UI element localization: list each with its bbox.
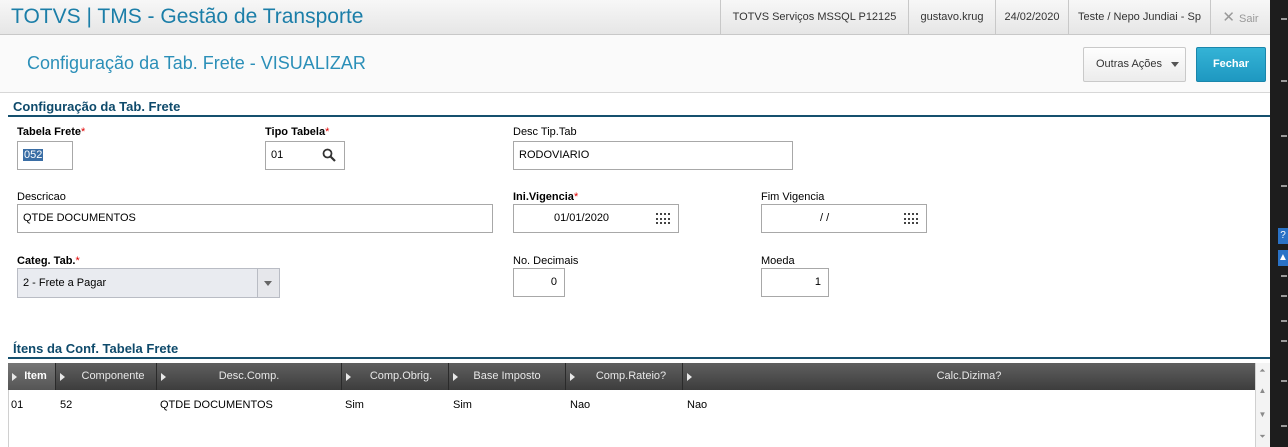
strip-marker <box>1281 425 1287 427</box>
sort-arrow-icon <box>687 373 692 381</box>
fim-vigencia-field[interactable]: / / <box>761 204 927 233</box>
sort-arrow-icon <box>12 373 17 381</box>
page-title: Configuração da Tab. Frete - VISUALIZAR <box>27 53 366 73</box>
environment-info: TOTVS Serviços MSSQL P12125 <box>720 0 908 35</box>
help-button[interactable]: ? <box>1278 228 1288 244</box>
sort-arrow-icon <box>161 373 166 381</box>
outras-acoes-label: Outras Ações <box>1096 58 1163 70</box>
scroll-up-icon[interactable]: ▲ <box>1258 386 1267 396</box>
cell-comp-obrig[interactable]: Sim <box>345 399 364 411</box>
fim-vigencia-label: Fim Vigencia <box>761 191 825 203</box>
tipo-tabela-field[interactable]: 01 <box>265 141 345 170</box>
strip-marker <box>1281 185 1287 187</box>
moeda-field[interactable]: 1 <box>761 268 829 297</box>
user-info: gustavo.krug <box>908 0 995 35</box>
side-scroll-up-icon[interactable]: ▲ <box>1278 250 1288 266</box>
categ-tab-label: Categ. Tab.* <box>17 255 80 267</box>
col-header-componente[interactable]: Componente <box>56 363 157 390</box>
outras-acoes-button[interactable]: Outras Ações <box>1083 47 1186 82</box>
sort-arrow-icon <box>346 373 351 381</box>
col-header-calc-dizima[interactable]: Calc.Dizima? <box>683 363 1255 390</box>
strip-marker <box>1281 80 1287 82</box>
strip-marker <box>1281 340 1287 342</box>
section-title-itens: Ítens da Conf. Tabela Frete <box>13 341 179 356</box>
col-header-item[interactable]: Item <box>8 363 56 390</box>
scroll-bottom-icon[interactable]: ⏷ <box>1258 432 1267 442</box>
calendar-icon[interactable] <box>656 213 670 225</box>
sort-arrow-icon <box>60 373 65 381</box>
branch-info[interactable]: Teste / Nepo Jundiai - Sp <box>1068 0 1210 35</box>
col-header-comp-rateio[interactable]: Comp.Rateio? <box>566 363 683 390</box>
cell-item[interactable]: 01 <box>11 399 23 411</box>
top-bar: TOTVS | TMS - Gestão de Transporte TOTVS… <box>0 0 1270 35</box>
scroll-down-icon[interactable]: ▼ <box>1258 410 1267 420</box>
fechar-button[interactable]: Fechar <box>1196 47 1266 82</box>
section-title-config: Configuração da Tab. Frete <box>13 99 181 114</box>
strip-marker <box>1281 135 1287 137</box>
section-divider <box>8 115 1270 117</box>
categ-tab-select[interactable]: 2 - Frete a Pagar <box>17 268 280 298</box>
calendar-icon[interactable] <box>904 213 918 225</box>
app-title: TOTVS | TMS - Gestão de Transporte <box>11 5 364 28</box>
ini-vigencia-label: Ini.Vigencia* <box>513 191 579 203</box>
date-info: 24/02/2020 <box>995 0 1068 35</box>
tabela-frete-label: Tabela Frete* <box>17 126 86 138</box>
chevron-down-icon <box>1171 62 1179 67</box>
sort-arrow-icon <box>453 373 458 381</box>
no-decimais-label: No. Decimais <box>513 255 579 267</box>
cell-comp-rateio[interactable]: Nao <box>570 399 590 411</box>
strip-marker <box>1281 295 1287 297</box>
scroll-top-icon[interactable]: ⏶ <box>1258 366 1267 376</box>
sort-arrow-icon <box>570 373 575 381</box>
moeda-label: Moeda <box>761 255 795 267</box>
descricao-field[interactable]: QTDE DOCUMENTOS <box>17 204 493 233</box>
search-icon[interactable] <box>322 148 336 162</box>
desc-tip-tab-field[interactable]: RODOVIARIO <box>513 141 793 170</box>
strip-marker <box>1281 320 1287 322</box>
col-header-comp-obrig[interactable]: Comp.Obrig. <box>342 363 449 390</box>
desc-tip-tab-label: Desc Tip.Tab <box>513 126 577 138</box>
cell-componente[interactable]: 52 <box>60 399 72 411</box>
strip-marker <box>1281 380 1287 382</box>
strip-marker <box>1281 275 1287 277</box>
cell-calc-dizima[interactable]: Nao <box>687 399 707 411</box>
col-header-base-imposto[interactable]: Base Imposto <box>449 363 566 390</box>
strip-marker <box>1281 18 1287 20</box>
sair-label: Sair <box>1239 13 1259 25</box>
no-decimais-field[interactable]: 0 <box>513 268 565 297</box>
tabela-frete-field[interactable]: 052 <box>17 141 73 170</box>
section-divider <box>8 357 1270 359</box>
chevron-down-icon <box>264 281 272 286</box>
sair-button[interactable]: ✕ Sair <box>1210 0 1270 35</box>
cell-base-imposto[interactable]: Sim <box>453 399 472 411</box>
combo-dropdown-button[interactable] <box>257 269 279 297</box>
col-header-desc-comp[interactable]: Desc.Comp. <box>157 363 342 390</box>
ini-vigencia-field[interactable]: 01/01/2020 <box>513 204 679 233</box>
close-icon: ✕ <box>1222 9 1235 26</box>
descricao-label: Descricao <box>17 191 66 203</box>
tipo-tabela-label: Tipo Tabela* <box>265 126 330 138</box>
cell-desc-comp[interactable]: QTDE DOCUMENTOS <box>160 399 273 411</box>
